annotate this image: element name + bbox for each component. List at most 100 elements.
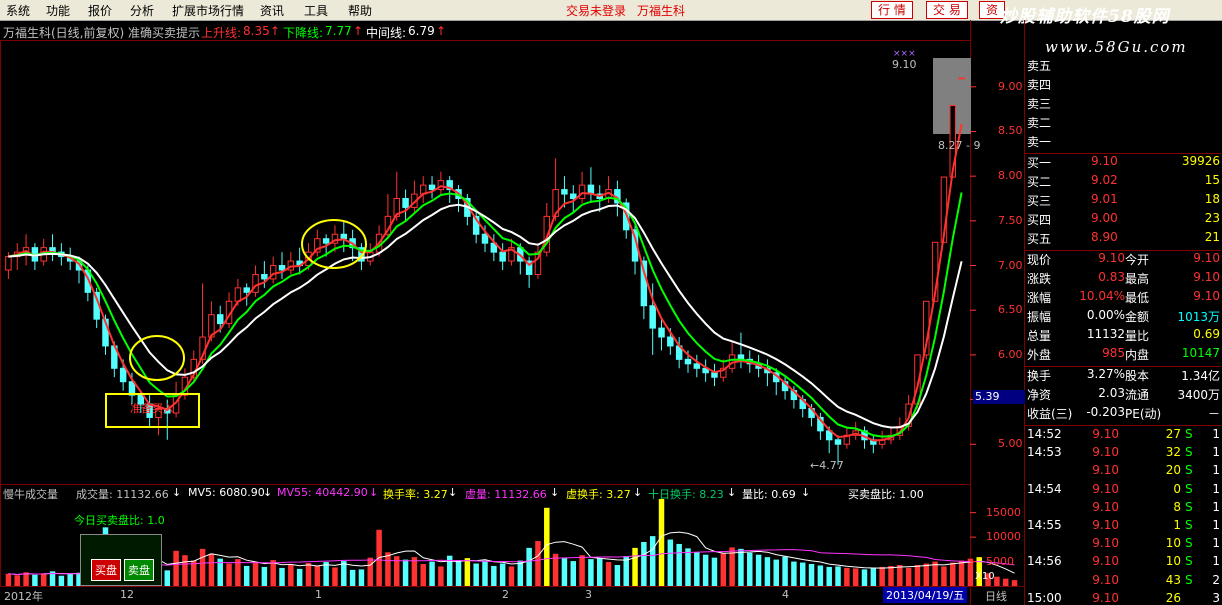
stat-label: 内盘 [1125,348,1150,362]
volume-bar [341,561,347,586]
ask-level-label: 卖一 [1027,135,1052,149]
tick-direction: S [1185,518,1193,532]
menu-analysis[interactable]: 分析 [130,2,154,19]
tick-count: 2 [1212,572,1220,587]
bid-price: 8.90 [1091,230,1118,244]
volume-bar [844,567,850,586]
stat-value: 9.10 [1193,270,1220,284]
menu-quote[interactable]: 报价 [88,2,112,19]
month-label: 4 [782,588,789,601]
rise-line-label: 上升线: [201,26,242,40]
volume-value: 成交量: 11132.66 [76,488,169,501]
volume-bar [323,562,329,586]
volume-bar [897,564,903,586]
price-tick-label: 8.00 [998,169,1023,183]
stat-label: 量比 [1125,329,1150,343]
candle-body [570,193,577,200]
menu-function[interactable]: 功能 [46,2,70,19]
menu-system[interactable]: 系统 [6,2,30,19]
tick-volume: 26 [1165,590,1181,605]
price-tick-label: 9.00 [998,79,1023,93]
tick-count: 1 [1212,427,1220,441]
sell-volume-button[interactable]: 卖盘 [124,559,154,581]
stat-label: 涨幅 [1027,291,1052,305]
quote-button[interactable]: 行 情 [871,1,913,19]
volume-bar [226,563,232,586]
menu-extended-market[interactable]: 扩展市场行情 [172,2,244,19]
menu-help[interactable]: 帮助 [348,2,372,19]
stat-label: 换手 [1027,369,1052,383]
indicator-title: 万福生科(日线,前复权) 准确买卖提示 [3,26,200,40]
stat-label: 收益(三) [1027,407,1073,421]
volume-bar [199,548,206,586]
volume-bar [817,565,824,586]
down-arrow-icon: ↓ [448,486,458,499]
candle-body [561,189,568,195]
tick-time: 14:53 [1027,445,1062,460]
period-tab[interactable]: 日线 [985,588,1007,604]
volume-bar [438,566,444,586]
bid-volume: 21 [1204,230,1220,244]
volume-bar [473,563,479,586]
tick-volume: 0 [1173,481,1181,496]
volume-bar [367,557,374,586]
candle-body [649,305,656,329]
volume-bar [385,552,391,586]
candle-body [578,184,586,200]
stat-value: 0.83 [1098,270,1125,284]
tick-price: 9.10 [1092,463,1119,478]
tick-volume: 27 [1165,427,1181,441]
watermark-logo: 炒股辅助软件58股网 [1000,7,1170,27]
volume-bar [870,567,877,586]
buy-volume-button[interactable]: 买盘 [91,559,121,581]
price-tick-label: 7.00 [998,258,1023,272]
buy-sell-ratio-value: 买卖盘比: 1.00 [848,488,924,501]
candle-body [243,287,250,293]
down-arrow-icon: ↓ [263,486,273,499]
stat-value: 0.00% [1086,308,1125,322]
ask-level-label: 卖五 [1027,59,1052,73]
stat-value: 0.69 [1193,327,1220,341]
menu-tools[interactable]: 工具 [304,2,328,19]
volume-bar [747,552,753,586]
mid-line-value: 6.79 [408,24,435,38]
tick-count: 1 [1212,536,1220,551]
tick-count: 1 [1212,499,1220,514]
virtual-volume-value: 虚量: 11132.66 [465,488,547,501]
volume-indicator-name: 慢牛成交量 [3,488,58,501]
menu-news[interactable]: 资讯 [260,2,284,19]
trade-button[interactable]: 交 易 [926,1,968,19]
volume-bar [958,560,965,586]
tick-direction: S [1185,481,1193,496]
bid-level-label: 买二 [1027,175,1052,189]
buy-signal-text: 准备买入 [130,402,174,415]
volume-bar [5,573,12,586]
watermark-url: www.58Gu.com [1045,38,1188,56]
price-panel-frame [0,40,971,485]
stat-label: 金额 [1125,310,1150,324]
down-arrow-icon: ↓ [633,486,643,499]
volume-bar [182,555,188,586]
volume-bar [508,566,515,586]
volume-bar [491,565,497,586]
stat-value: 9.10 [1193,289,1220,303]
month-label: 12 [120,588,134,601]
volume-tick-label: 10000 [986,530,1021,544]
stat-label: 总量 [1027,329,1052,343]
volume-bar [623,556,629,586]
quote-divider [1025,425,1221,426]
high-price-label: 9.10 [892,58,917,71]
volume-bar [694,552,700,586]
price-tick-label: 6.50 [998,303,1023,317]
volume-bar [1002,578,1009,586]
stat-value: 11132 [1086,327,1125,341]
volume-bar [570,561,576,586]
signal-circle [129,335,185,381]
volume-bar [429,561,435,586]
bid-volume: 18 [1204,192,1220,206]
volume-tick-label: 5000 [986,554,1014,568]
stat-label: 涨跌 [1027,272,1052,286]
volume-bar [905,567,912,586]
month-label: 2 [502,588,509,601]
volume-bar [950,562,956,586]
